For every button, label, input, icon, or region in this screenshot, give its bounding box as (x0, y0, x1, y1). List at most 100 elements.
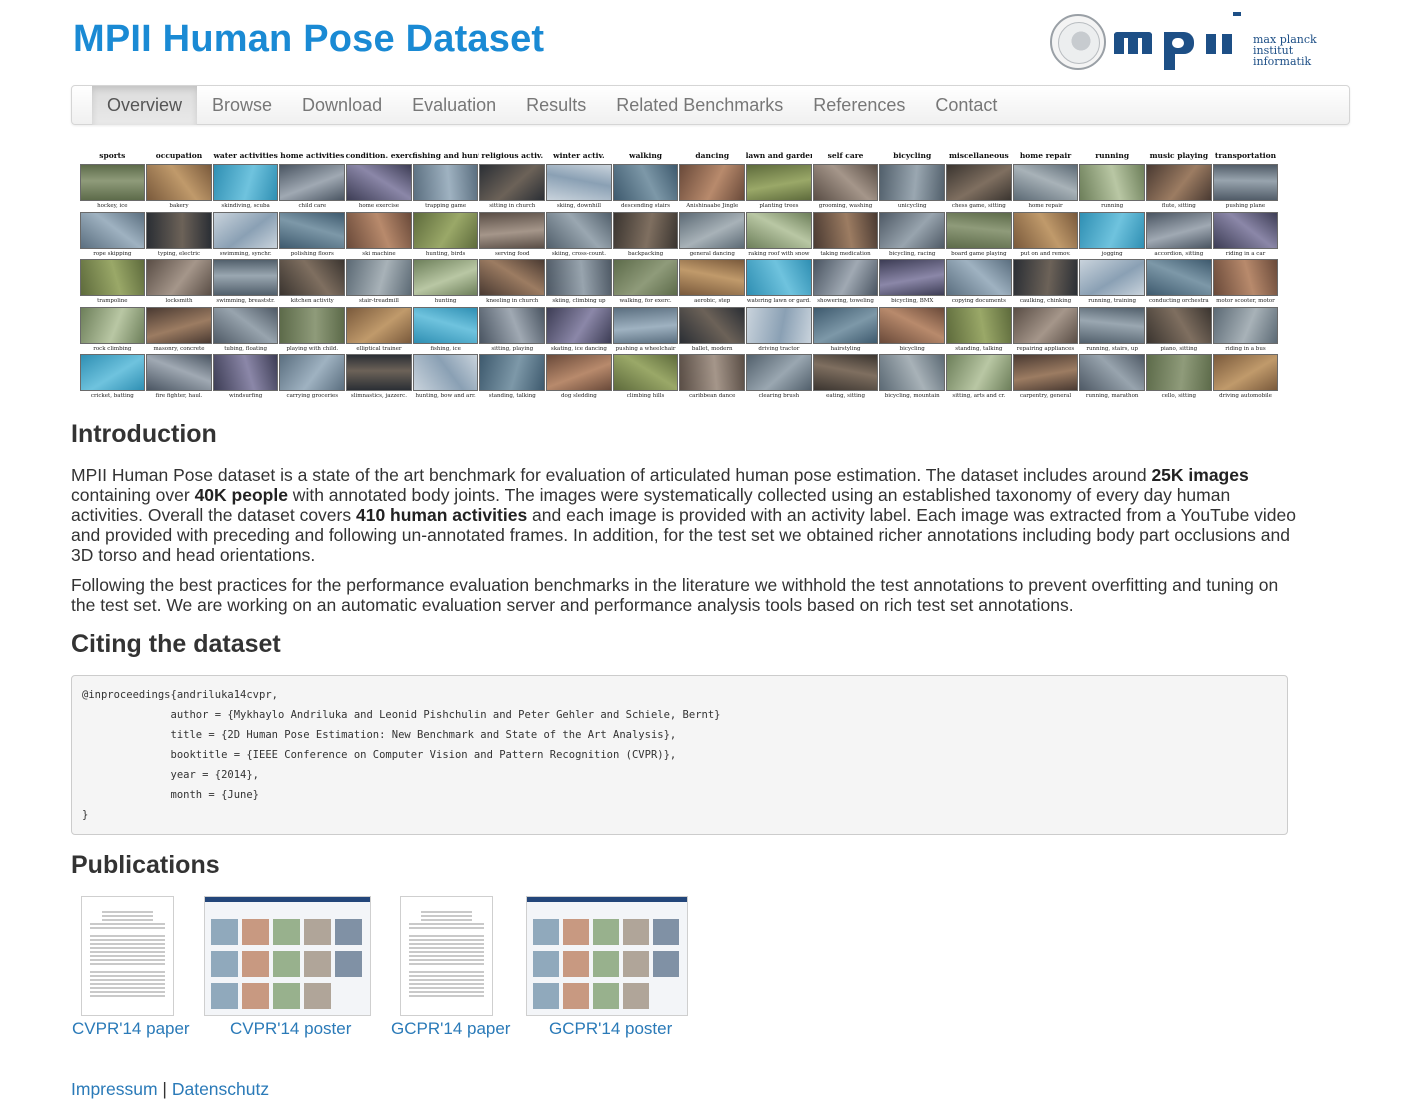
activity-photo (612, 259, 679, 296)
activity-caption: showering, toweling (817, 298, 874, 304)
top-navbar: Overview Browse Download Evaluation Results R… (71, 85, 1350, 125)
mpii-wordmark (1114, 12, 1241, 70)
activity-photo (1146, 306, 1212, 344)
activity-thumbnail: chess game, sitting (946, 164, 1013, 212)
nav-overview[interactable]: Overview (92, 86, 198, 125)
activity-photo (946, 211, 1012, 249)
activity-photo (1146, 164, 1212, 201)
activity-caption: tubing, floating (224, 345, 268, 352)
activity-photo (546, 354, 612, 391)
activity-caption: cello, sitting (1161, 393, 1197, 399)
activity-photo (679, 164, 746, 201)
activity-caption: piano, sitting (1160, 345, 1198, 352)
nav-results[interactable]: Results (511, 86, 601, 125)
activity-thumbnail: jogging (1079, 211, 1146, 260)
activity-thumbnail: board game playing (946, 211, 1013, 260)
activity-photo (146, 306, 212, 344)
activity-thumbnail: skiing, downhill (546, 164, 613, 212)
activity-thumbnail: grooming, washing (812, 164, 879, 212)
publication-link[interactable]: GCPR'14 poster (549, 1019, 672, 1039)
activity-caption: running (1101, 203, 1124, 209)
nav-contact[interactable]: Contact (920, 86, 1012, 125)
activity-thumbnail: conducting orchestra (1146, 259, 1213, 307)
activity-caption: home exercise (358, 203, 400, 209)
activity-thumbnail: cricket, batting (79, 354, 146, 400)
activity-category-label: transportation (1214, 151, 1277, 160)
activity-thumbnail: hockey, ice (79, 164, 146, 212)
activity-caption: board game playing (951, 250, 1007, 257)
publication-link[interactable]: CVPR'14 paper (72, 1019, 190, 1039)
activity-caption: watering lawn or gard. (746, 298, 811, 304)
poster-thumbnail[interactable] (526, 896, 688, 1016)
activity-caption: serving food (494, 250, 530, 257)
activity-thumbnail: locksmith (146, 259, 213, 307)
activity-caption: rock climbing (93, 345, 132, 352)
activity-caption: hockey, ice (97, 203, 128, 209)
activity-caption: hunting, bow and arr. (415, 393, 476, 399)
publication-link[interactable]: CVPR'14 poster (230, 1019, 351, 1039)
activity-thumbnail: standing, talking (479, 354, 546, 400)
activity-thumbnail: running, training (1079, 259, 1146, 307)
poster-thumbnail[interactable] (204, 896, 371, 1016)
activity-photo (146, 259, 212, 296)
activity-caption: hunting (434, 298, 457, 304)
activity-category-label: fishing and hunt. (412, 151, 479, 160)
activity-thumbnail: sitting, playing (479, 306, 546, 355)
activity-thumbnail: kneeling in church (479, 259, 546, 307)
activity-thumbnail: caulking, chinking (1012, 259, 1079, 307)
activity-photo (746, 259, 812, 296)
mpii-logo[interactable]: max planck institut informatik (1050, 10, 1355, 74)
paper-thumbnail[interactable] (400, 896, 493, 1016)
activity-photo (879, 306, 946, 344)
activity-photo (1012, 164, 1079, 201)
activity-thumbnail: fishing, ice (412, 306, 479, 355)
activity-thumbnail: riding in a car (1212, 211, 1279, 260)
nav-references[interactable]: References (798, 86, 920, 125)
activity-category-header: sports occupation water activities home act… (79, 150, 1279, 163)
activity-thumbnail: typing, electric (146, 211, 213, 260)
intro-paragraph-2: Following the best practices for the per… (71, 575, 1279, 615)
activity-photo (1146, 259, 1212, 296)
activity-category-label: lawn and garden (745, 151, 813, 160)
activity-caption: caribbean dance (689, 393, 736, 399)
activity-caption: bicycling, mountain (884, 393, 940, 399)
activity-photo (679, 211, 746, 249)
activity-photo (1146, 354, 1212, 391)
impressum-link[interactable]: Impressum (71, 1079, 158, 1099)
activity-caption: windsurfing (229, 393, 263, 399)
activity-caption: raking roof with snow (748, 250, 810, 257)
nav-download[interactable]: Download (287, 86, 397, 125)
activity-photo (479, 259, 546, 296)
nav-evaluation[interactable]: Evaluation (397, 86, 511, 125)
activity-thumbnail: raking roof with snow (746, 211, 813, 260)
activity-photo (1212, 211, 1279, 249)
activity-caption: riding in a car (1225, 250, 1266, 257)
activity-photo (746, 354, 812, 391)
activity-thumbnail: running (1079, 164, 1146, 212)
activity-category-label: miscellaneous (948, 151, 1009, 160)
paper-thumbnail[interactable] (81, 896, 174, 1016)
activity-photo (879, 164, 946, 201)
nav-related-benchmarks[interactable]: Related Benchmarks (601, 86, 798, 125)
activity-caption: skating, ice dancing (550, 345, 607, 352)
activity-thumbnail: elliptical trainer (346, 306, 413, 355)
activity-caption: home repair (1028, 203, 1063, 209)
activity-caption: clearing brush (758, 393, 800, 399)
activity-caption: aerobic, step (694, 298, 731, 304)
publication-link[interactable]: GCPR'14 paper (391, 1019, 510, 1039)
bibtex-code-block[interactable]: @inproceedings{andriluka14cvpr, author =… (71, 675, 1288, 835)
activity-caption: stair-treadmill (358, 298, 399, 304)
introduction-heading: Introduction (71, 420, 217, 448)
activity-thumbnail: trapping game (412, 164, 479, 212)
activity-caption: bicycling, BMX (891, 298, 934, 304)
activity-thumbnail: piano, sitting (1146, 306, 1213, 355)
activity-thumbnail: standing, talking (946, 306, 1013, 355)
activity-thumbnail: bakery (146, 164, 213, 212)
nav-browse[interactable]: Browse (197, 86, 287, 125)
activity-category-label: home repair (1019, 151, 1072, 160)
activity-caption: fishing, ice (430, 345, 461, 352)
activity-thumbnail: hunting, bow and arr. (412, 354, 479, 400)
datenschutz-link[interactable]: Datenschutz (172, 1079, 269, 1099)
activity-thumbnail: rope skipping (79, 211, 146, 260)
activity-caption: running, marathon (1085, 393, 1139, 399)
